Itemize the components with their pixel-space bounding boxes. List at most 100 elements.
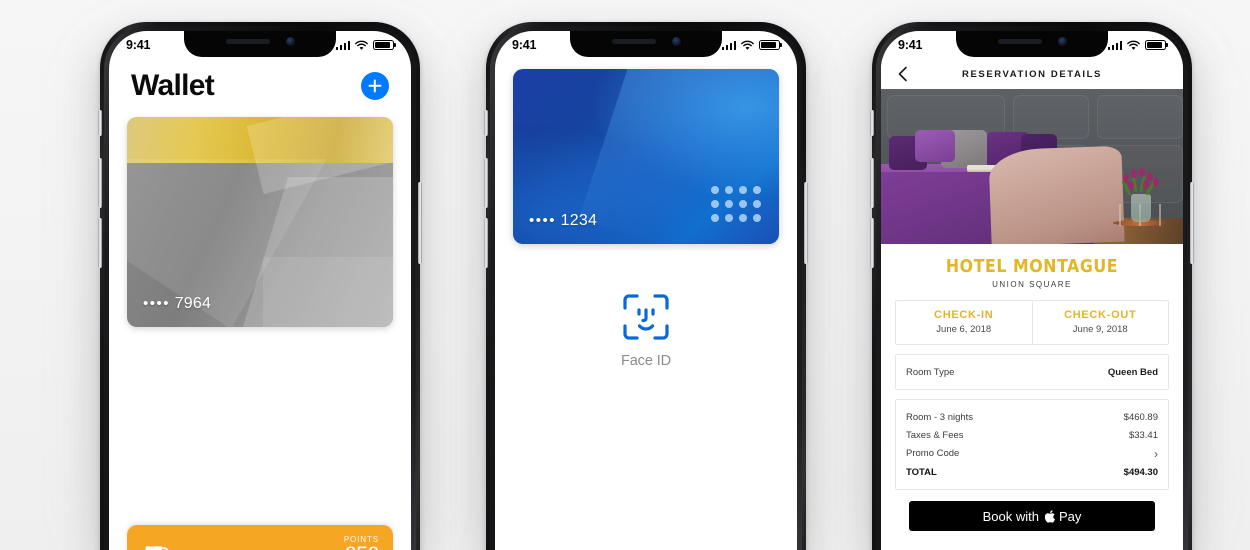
card-gold-band (127, 117, 393, 195)
add-card-button[interactable] (361, 72, 389, 100)
pillow-purple-light (915, 130, 955, 162)
pass-loyalty-label: POINTS (343, 534, 379, 544)
card-last4: 1234 (560, 212, 598, 229)
status-time: 9:41 (898, 38, 923, 52)
card-facet-c (263, 257, 393, 327)
status-indicators (335, 40, 394, 51)
earpiece-speaker-icon (997, 39, 1042, 44)
face-id-prompt: Face ID (513, 292, 779, 369)
stay-dates: CHECK-IN June 6, 2018 CHECK-OUT June 9, … (895, 300, 1169, 345)
room-type-label: Room Type (906, 366, 955, 378)
volume-up-button[interactable] (484, 158, 488, 208)
battery-icon (1145, 40, 1166, 50)
pay-button-prefix: Book with (982, 508, 1039, 524)
earpiece-speaker-icon (225, 39, 270, 44)
check-in-date: June 6, 2018 (936, 324, 992, 335)
card-number: •••• 1234 (529, 212, 597, 230)
silent-switch[interactable] (484, 110, 488, 136)
volume-up-button[interactable] (870, 158, 874, 208)
pink-throw-blanket (988, 145, 1125, 244)
face-id-icon (623, 294, 669, 340)
reservation-body: HOTEL MONTAGUE UNION SQUARE CHECK-IN Jun… (881, 257, 1183, 531)
status-time: 9:41 (126, 38, 151, 52)
room-type-box[interactable]: Room Type Queen Bed (895, 354, 1169, 390)
card-dot-grid-icon (711, 186, 761, 222)
silent-switch[interactable] (870, 110, 874, 136)
volume-up-button[interactable] (98, 158, 102, 208)
wifi-icon (741, 40, 754, 50)
check-out-label: CHECK-OUT (1064, 309, 1137, 321)
pass-loyalty[interactable]: POINTS 250 (127, 525, 393, 550)
status-time: 9:41 (512, 38, 537, 52)
payment-card-1234[interactable]: •••• 1234 (513, 69, 779, 244)
phone-apple-pay: 9:41 •••• 1234 Face ID (484, 22, 808, 550)
chevron-left-icon[interactable] (894, 65, 912, 83)
cellular-signal-icon (335, 40, 350, 50)
cellular-signal-icon (721, 40, 736, 50)
flower-bouquet (1121, 168, 1159, 198)
check-out-cell[interactable]: CHECK-OUT June 9, 2018 (1031, 301, 1169, 344)
card-number: •••• 7964 (143, 295, 211, 313)
notch (570, 31, 722, 57)
total-row: TOTAL $494.30 (906, 463, 1158, 481)
active-card-area: •••• 7964 (109, 103, 411, 327)
volume-down-button[interactable] (870, 218, 874, 268)
page-title: RESERVATION DETAILS (961, 68, 1102, 80)
power-button[interactable] (418, 182, 422, 264)
navigation-bar: RESERVATION DETAILS (881, 59, 1183, 89)
room-type-row: Room Type Queen Bed (906, 363, 1158, 381)
charge-taxes-row: Taxes & Fees $33.41 (906, 426, 1158, 444)
phone1-screen: 9:41 Wallet •••• 7964 POINTS (109, 31, 411, 550)
pass-loyalty-value: 250 (344, 544, 379, 550)
wall-panel (1097, 95, 1183, 139)
phone2-screen: 9:41 •••• 1234 Face ID (495, 31, 797, 550)
notch (184, 31, 336, 57)
status-indicators (721, 40, 780, 51)
status-indicators (1107, 40, 1166, 51)
earpiece-speaker-icon (611, 39, 656, 44)
hotel-name: HOTEL MONTAGUE (945, 257, 1119, 277)
pass-stack: POINTS 250 7:30 PM October 16 (127, 525, 393, 550)
charges-box: Room - 3 nights $460.89 Taxes & Fees $33… (895, 399, 1169, 490)
power-button[interactable] (804, 182, 808, 264)
total-value: $494.30 (1123, 466, 1158, 478)
page-title: Wallet (131, 69, 215, 102)
apple-logo-icon (1044, 509, 1055, 523)
pay-button-suffix: Pay (1058, 508, 1082, 524)
card-mask: •••• (529, 212, 557, 229)
silent-switch[interactable] (98, 110, 102, 136)
front-camera-icon (285, 37, 295, 46)
promo-code-label: Promo Code (906, 448, 960, 459)
phone-wallet: 9:41 Wallet •••• 7964 POINTS (98, 22, 422, 550)
flower-vase (1131, 194, 1151, 222)
check-out-date: June 9, 2018 (1072, 324, 1128, 335)
promo-code-row[interactable]: Promo Code › (906, 444, 1158, 463)
wifi-icon (355, 40, 368, 50)
check-in-cell[interactable]: CHECK-IN June 6, 2018 (896, 301, 1032, 344)
charge-taxes-label: Taxes & Fees (906, 429, 964, 441)
face-id-label: Face ID (620, 353, 672, 369)
hotel-room-photo (881, 89, 1183, 244)
battery-icon (759, 40, 780, 50)
coffee-cup-icon (145, 546, 169, 550)
cellular-signal-icon (1107, 40, 1122, 50)
total-label: TOTAL (906, 466, 937, 478)
book-with-apple-pay-button[interactable]: Book with Pay (909, 501, 1155, 531)
payment-card-7964[interactable]: •••• 7964 (127, 117, 393, 327)
phone3-screen: 9:41 RESERVATION DETAILS HOTEL MONTAGUE … (881, 31, 1183, 550)
charge-taxes-value: $33.41 (1128, 429, 1158, 441)
front-camera-icon (1057, 37, 1067, 46)
volume-down-button[interactable] (484, 218, 488, 268)
card-last4: 7964 (174, 295, 212, 312)
battery-icon (373, 40, 394, 50)
charge-room-label: Room - 3 nights (906, 411, 974, 423)
pass-loyalty-info: POINTS 250 (343, 534, 379, 550)
charge-room-value: $460.89 (1123, 411, 1158, 423)
room-type-value: Queen Bed (1107, 366, 1158, 378)
volume-down-button[interactable] (98, 218, 102, 268)
check-in-label: CHECK-IN (934, 309, 994, 321)
power-button[interactable] (1190, 182, 1194, 264)
wifi-icon (1127, 40, 1140, 50)
phone-reservation: 9:41 RESERVATION DETAILS HOTEL MONTAGUE … (870, 22, 1194, 550)
card-mask: •••• (143, 295, 171, 312)
